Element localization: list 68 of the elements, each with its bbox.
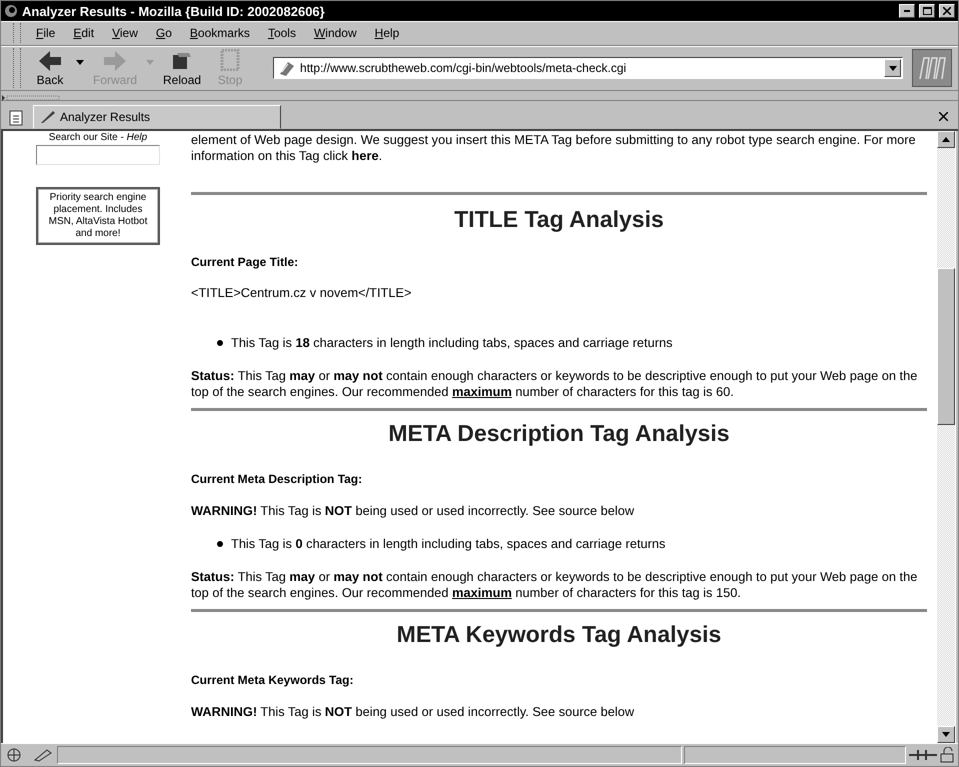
bullet-icon: [217, 541, 223, 547]
maximum-link[interactable]: maximum: [452, 585, 512, 600]
here-link[interactable]: here: [352, 148, 379, 163]
warning-text: WARNING! This Tag is NOT being used or used incorrectly. See source below: [191, 503, 636, 518]
minimize-icon: [904, 10, 910, 12]
address-field[interactable]: http://www.scrubtheweb.com/cgi-bin/webtools/meta-check.cgi: [273, 57, 904, 79]
intro-paragraph: element of Web page design. We suggest you insert this META Tag before submitting to any robot type search engine. For more information on this Tag click here.: [191, 132, 917, 164]
menu-item[interactable]: View: [103, 26, 147, 40]
bullet-icon: [217, 340, 223, 346]
collapse-grip[interactable]: [1, 94, 61, 102]
plug-icon[interactable]: [908, 747, 938, 763]
menu-item[interactable]: Go: [146, 26, 181, 40]
dropdown-arrow-icon: [146, 60, 154, 64]
close-button[interactable]: [939, 4, 955, 18]
search-label: Search our Site - Help: [48, 132, 148, 143]
menu-item[interactable]: Window: [304, 26, 366, 40]
toolbar-grip[interactable]: [13, 48, 21, 88]
window-title: Analyzer Results - Mozilla {Build ID: 2002082606}: [22, 4, 326, 18]
up-arrow-icon: [942, 137, 950, 142]
search-field[interactable]: [36, 145, 160, 165]
section-heading: TITLE Tag Analysis: [453, 205, 665, 233]
section-label: Current Meta Keywords Tag:: [191, 673, 354, 687]
section-label: Current Page Title:: [191, 255, 300, 269]
vertical-scrollbar[interactable]: [937, 131, 955, 743]
close-icon: [939, 112, 948, 121]
bullet-text: This Tag is 0 characters in length including tabs, spaces and carriage returns: [231, 536, 666, 552]
stop-icon: [219, 49, 242, 71]
padlock-icon[interactable]: [940, 747, 954, 763]
maximize-icon: [922, 7, 932, 15]
menu-item[interactable]: Bookmarks: [180, 26, 259, 40]
minimize-button[interactable]: [899, 4, 915, 18]
section-heading: META Keywords Tag Analysis: [396, 620, 722, 648]
scroll-down-button[interactable]: [937, 726, 955, 743]
browser-tab[interactable]: Analyzer Results: [33, 105, 281, 129]
toolbar-button[interactable]: Reload: [157, 47, 208, 89]
page-icon: [278, 60, 296, 76]
warning-text: WARNING! This Tag is NOT being used or used incorrectly. See source below: [191, 704, 636, 719]
close-icon: [943, 7, 951, 15]
back-arrow-icon: [37, 49, 63, 71]
address-input[interactable]: http://www.scrubtheweb.com/cgi-bin/webtools/meta-check.cgi: [296, 61, 884, 75]
toolbar-button[interactable]: Back: [27, 47, 73, 89]
dropdown-arrow-icon: [942, 732, 950, 737]
globe-icon[interactable]: [5, 747, 23, 763]
menu-item[interactable]: Help: [366, 26, 408, 40]
maximum-link[interactable]: maximum: [452, 384, 512, 399]
pencil-icon: [40, 110, 56, 124]
menu-item[interactable]: Tools: [258, 26, 305, 40]
ad-text[interactable]: Priority search engine placement. Includes MSN, AltaVista Hotbot and more!: [36, 187, 160, 245]
status-paragraph: Status: This Tag may or may not contain enough characters or keywords to be descriptive enough to put your Web page on the top of the search engines. Our recommended maximum number of characters for this tag is 150.: [191, 569, 918, 601]
menu-item[interactable]: Edit: [64, 26, 104, 40]
scroll-thumb[interactable]: [937, 268, 955, 425]
throbber-logo[interactable]: [912, 49, 952, 87]
address-dropdown-button[interactable]: [884, 59, 902, 77]
section-heading: META Description Tag Analysis: [387, 419, 731, 447]
dropdown-arrow-icon: [76, 60, 84, 64]
toolbar-grip[interactable]: [13, 23, 21, 43]
close-tab-button[interactable]: [939, 112, 948, 121]
menu-item[interactable]: File: [27, 26, 64, 40]
app-icon: [4, 4, 18, 18]
bullet-text: This Tag is 18 characters in length including tabs, spaces and carriage returns: [231, 335, 672, 351]
dropdown-arrow-icon: [888, 66, 897, 70]
scroll-up-button[interactable]: [937, 131, 955, 148]
maximize-button[interactable]: [919, 4, 935, 18]
status-paragraph: Status: This Tag may or may not contain enough characters or keywords to be descriptive enough to put your Web page on the top of the search engines. Our recommended maximum number of characters for this tag is 60.: [191, 368, 918, 400]
tag-text: <TITLE>Centrum.cz v novem</TITLE>: [191, 285, 412, 301]
new-tab-icon[interactable]: [7, 108, 25, 126]
forward-arrow-icon: [102, 49, 128, 71]
section-label: Current Meta Description Tag:: [191, 472, 364, 486]
